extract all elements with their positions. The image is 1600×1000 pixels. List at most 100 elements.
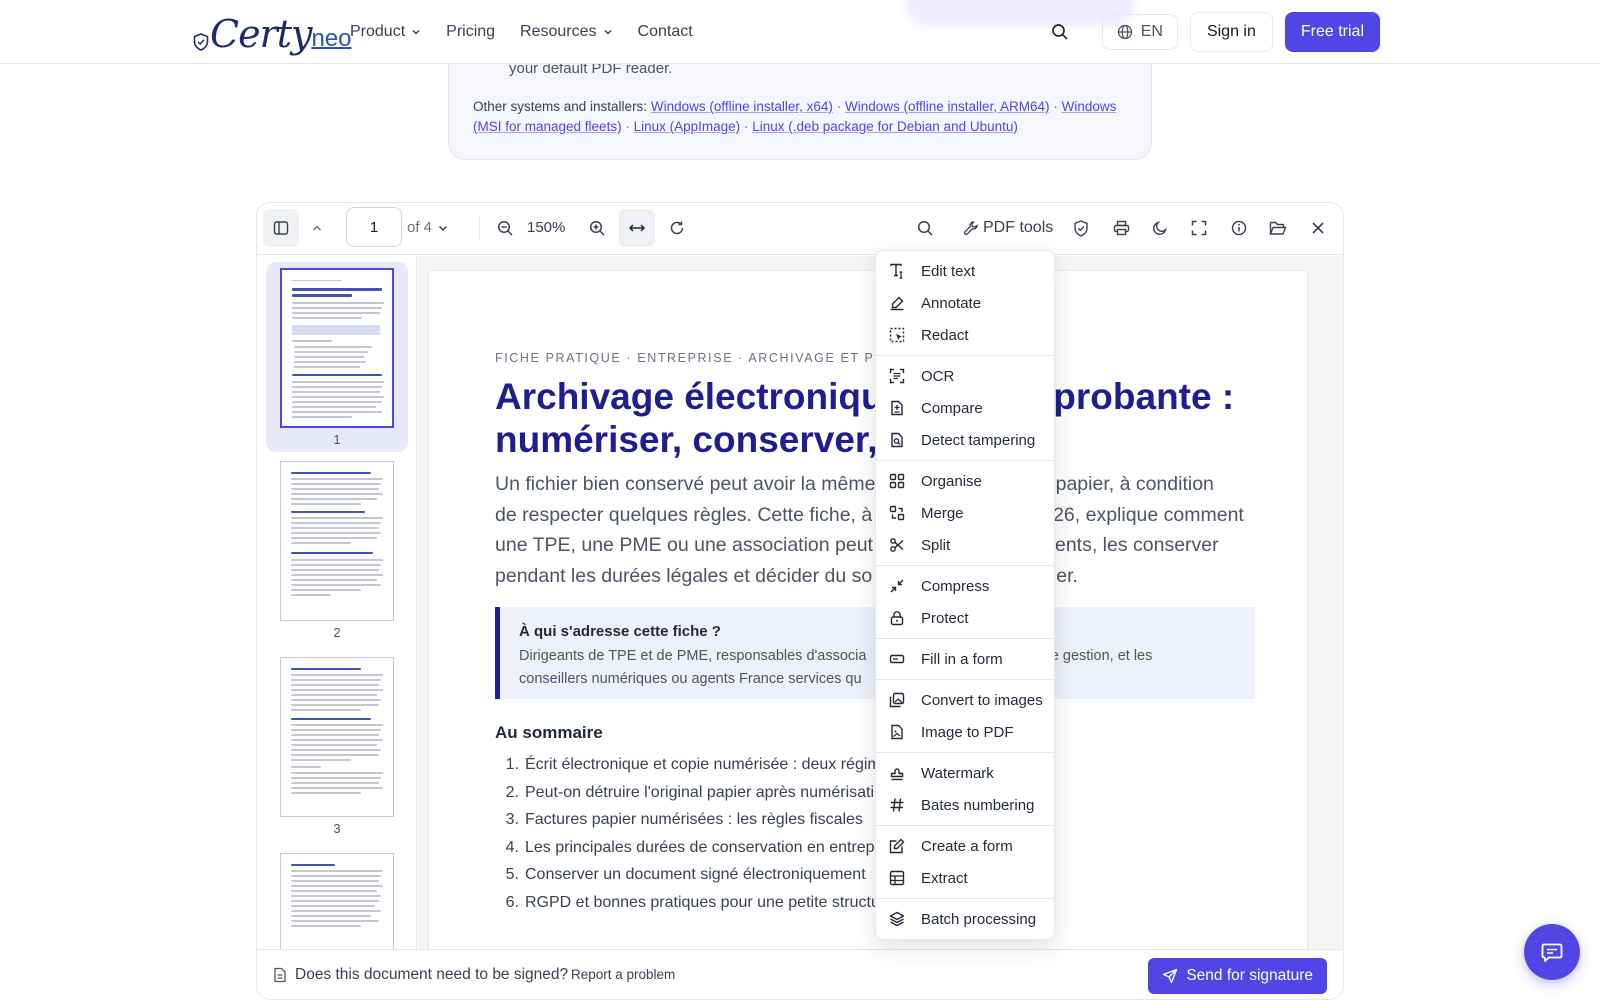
search-document-button[interactable] bbox=[907, 209, 943, 247]
separator: · bbox=[625, 119, 630, 134]
other-installers: Other systems and installers: Windows (o… bbox=[473, 97, 1133, 137]
top-nav: Certy neo Product Pricing Resources Cont… bbox=[0, 0, 1600, 64]
language-button[interactable]: EN bbox=[1101, 14, 1178, 50]
other-label: Other systems and installers: bbox=[473, 99, 648, 114]
menu-item-image-to-pdf[interactable]: Image to PDF bbox=[876, 716, 1054, 748]
thumbnail-page-4[interactable] bbox=[266, 853, 408, 949]
zoom-out-button[interactable] bbox=[487, 209, 523, 247]
menu-item-watermark[interactable]: Watermark bbox=[876, 757, 1054, 789]
pdf-tools-button[interactable]: PDF tools bbox=[957, 209, 1059, 247]
previous-page-button[interactable] bbox=[299, 209, 335, 247]
menu-item-create-form[interactable]: Create a form bbox=[876, 830, 1054, 862]
menu-item-ocr[interactable]: OCR bbox=[876, 360, 1054, 392]
toc-text: Peut-on détruire l'original papier après… bbox=[525, 783, 875, 801]
callout-title: À qui s'adresse cette fiche ? bbox=[519, 623, 721, 640]
send-icon bbox=[1163, 968, 1178, 984]
toc-item[interactable]: 5. Conserver un document signé électroniq… bbox=[495, 861, 881, 889]
thumbnail-preview bbox=[280, 268, 394, 428]
toc-item[interactable]: 1. Écrit électronique et copie numérisée … bbox=[495, 751, 881, 779]
menu-item-merge[interactable]: Merge bbox=[876, 497, 1054, 529]
report-problem-link[interactable]: Report a problem bbox=[571, 967, 675, 982]
toc-item[interactable]: 2. Peut-on détruire l'original papier apr… bbox=[495, 779, 881, 807]
menu-item-batch-processing[interactable]: Batch processing bbox=[876, 903, 1054, 935]
menu-item-split[interactable]: Split bbox=[876, 529, 1054, 561]
menu-item-detect-tampering[interactable]: Detect tampering bbox=[876, 424, 1054, 456]
menu-label: Edit text bbox=[921, 262, 976, 280]
menu-item-compare[interactable]: Compare bbox=[876, 392, 1054, 424]
menu-item-convert-images[interactable]: Convert to images bbox=[876, 684, 1054, 716]
nav-product[interactable]: Product bbox=[350, 23, 421, 41]
link-linux-appimage[interactable]: Linux (AppImage) bbox=[634, 119, 741, 134]
thumbnail-page-1[interactable]: 1 bbox=[266, 262, 408, 452]
fit-width-button[interactable] bbox=[619, 209, 655, 247]
menu-label: Protect bbox=[921, 609, 969, 627]
fullscreen-button[interactable] bbox=[1181, 209, 1217, 247]
print-button[interactable] bbox=[1103, 209, 1139, 247]
free-trial-button[interactable]: Free trial bbox=[1284, 12, 1380, 52]
grid-icon bbox=[888, 472, 906, 490]
redact-icon bbox=[888, 326, 906, 344]
menu-label: Bates numbering bbox=[921, 796, 1035, 814]
thumbnail-page-3[interactable]: 3 bbox=[266, 657, 408, 836]
menu-label: Redact bbox=[921, 326, 969, 344]
fit-width-icon bbox=[628, 224, 646, 232]
menu-item-annotate[interactable]: Annotate bbox=[876, 287, 1054, 319]
close-viewer-button[interactable] bbox=[1300, 209, 1336, 247]
thumbnail-sidebar: 1 2 3 bbox=[257, 256, 417, 949]
pen-icon bbox=[888, 294, 906, 312]
zoom-level[interactable]: 150% bbox=[527, 219, 565, 236]
rotate-button[interactable] bbox=[659, 209, 695, 247]
logo[interactable]: Certy neo bbox=[193, 10, 352, 54]
toolbar-divider bbox=[479, 216, 480, 240]
menu-item-extract[interactable]: Extract bbox=[876, 862, 1054, 894]
menu-item-redact[interactable]: Redact bbox=[876, 319, 1054, 351]
nav-pricing-label: Pricing bbox=[446, 23, 496, 40]
chat-button[interactable] bbox=[1524, 924, 1580, 980]
lead-line-end: er. bbox=[1056, 564, 1078, 587]
layers-icon bbox=[888, 910, 906, 928]
next-page-button[interactable] bbox=[425, 209, 461, 247]
open-file-button[interactable] bbox=[1260, 209, 1296, 247]
shield-check-icon bbox=[1074, 219, 1088, 237]
wrench-icon bbox=[963, 221, 978, 236]
menu-separator bbox=[876, 355, 1054, 356]
toc-item[interactable]: 3. Factures papier numérisées : les règle… bbox=[495, 806, 881, 834]
lead-line-end: 026, explique comment bbox=[1042, 503, 1244, 526]
menu-separator bbox=[876, 460, 1054, 461]
menu-item-edit-text[interactable]: Edit text bbox=[876, 255, 1054, 287]
viewer-toolbar: 1 of 4 150% PDF tools bbox=[257, 203, 1343, 255]
close-icon bbox=[1312, 222, 1324, 234]
menu-item-fill-form[interactable]: Fill in a form bbox=[876, 643, 1054, 675]
menu-item-organise[interactable]: Organise bbox=[876, 465, 1054, 497]
menu-separator bbox=[876, 565, 1054, 566]
send-for-signature-button[interactable]: Send for signature bbox=[1148, 958, 1327, 994]
toc-item[interactable]: 6. RGPD et bonnes pratiques pour une peti… bbox=[495, 889, 881, 917]
nav-contact[interactable]: Contact bbox=[638, 23, 693, 41]
thumbnail-page-2[interactable]: 2 bbox=[266, 461, 408, 640]
dark-mode-button[interactable] bbox=[1142, 209, 1178, 247]
nav-resources[interactable]: Resources bbox=[520, 23, 612, 41]
sign-in-button[interactable]: Sign in bbox=[1189, 12, 1273, 52]
pdf-tools-menu: Edit text Annotate Redact OCR Compare De… bbox=[875, 250, 1055, 940]
page-number-input[interactable]: 1 bbox=[346, 207, 402, 247]
menu-label: Image to PDF bbox=[921, 723, 1014, 741]
link-linux-deb[interactable]: Linux (.deb package for Debian and Ubunt… bbox=[752, 119, 1018, 134]
toggle-sidebar-button[interactable] bbox=[263, 209, 299, 247]
folder-open-icon bbox=[1269, 221, 1287, 235]
language-label: EN bbox=[1140, 23, 1163, 40]
separator: · bbox=[836, 99, 842, 114]
search-button[interactable] bbox=[1040, 12, 1080, 52]
link-windows-arm64[interactable]: Windows (offline installer, ARM64) bbox=[845, 99, 1050, 114]
shield-icon bbox=[193, 33, 209, 51]
document-info-button[interactable] bbox=[1221, 209, 1257, 247]
zoom-in-button[interactable] bbox=[579, 209, 615, 247]
menu-item-bates-numbering[interactable]: Bates numbering bbox=[876, 789, 1054, 821]
menu-item-protect[interactable]: Protect bbox=[876, 602, 1054, 634]
toc-item[interactable]: 4. Les principales durées de conservation… bbox=[495, 834, 881, 862]
menu-item-compress[interactable]: Compress bbox=[876, 570, 1054, 602]
link-windows-x64[interactable]: Windows (offline installer, x64) bbox=[651, 99, 833, 114]
nav-pricing[interactable]: Pricing bbox=[446, 23, 495, 41]
thumbnail-preview bbox=[280, 461, 394, 621]
verify-signature-button[interactable] bbox=[1063, 209, 1099, 247]
menu-separator bbox=[876, 638, 1054, 639]
